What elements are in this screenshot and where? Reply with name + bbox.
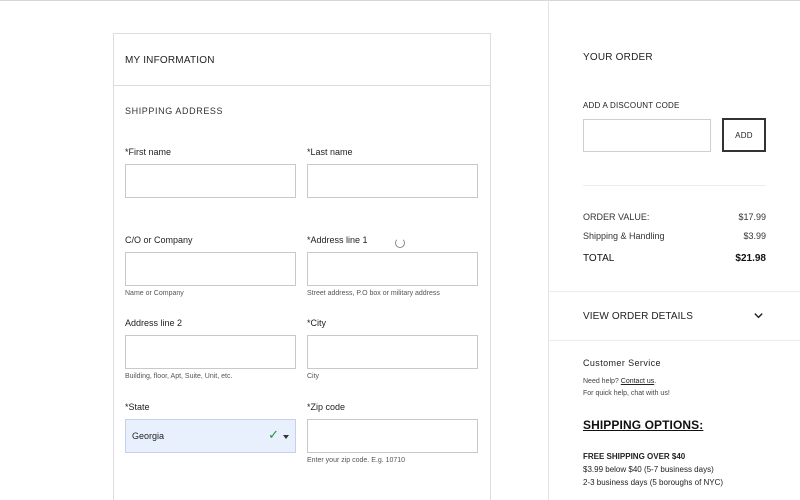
need-help-label: Need help? — [583, 378, 619, 385]
last-name-input[interactable] — [307, 164, 478, 198]
need-help-period: . — [654, 378, 657, 385]
view-order-details-toggle[interactable]: VIEW ORDER DETAILS — [583, 305, 766, 329]
address-line-2-label: Address line 2 — [125, 318, 183, 328]
check-icon: ✓ — [268, 427, 279, 442]
shipping-handling-amount: $3.99 — [743, 231, 766, 241]
order-summary-sidebar: YOUR ORDER ADD A DISCOUNT CODE ADD ORDER… — [549, 0, 800, 500]
order-value-amount: $17.99 — [738, 212, 766, 222]
shipping-address-heading: SHIPPING ADDRESS — [125, 106, 224, 116]
details-bottom-divider — [549, 340, 800, 341]
form-header: MY INFORMATION — [114, 34, 490, 86]
add-discount-button[interactable]: ADD — [722, 118, 766, 152]
state-label: *State — [125, 402, 150, 412]
free-shipping-text: FREE SHIPPING OVER $40 — [583, 452, 686, 461]
company-label: C/O or Company — [125, 235, 193, 245]
order-value-label: ORDER VALUE: — [583, 212, 650, 222]
address-line-1-hint: Street address, P.O box or military addr… — [307, 290, 440, 297]
zip-code-hint: Enter your zip code. E.g. 10710 — [307, 457, 406, 464]
address-line-1-label: *Address line 1 — [307, 235, 368, 245]
zip-code-input[interactable] — [307, 419, 478, 453]
zip-code-label: *Zip code — [307, 402, 346, 412]
shipping-handling-label: Shipping & Handling — [583, 231, 665, 241]
discount-code-label: ADD A DISCOUNT CODE — [583, 101, 680, 110]
express-shipping-text: 2-3 business days (5 boroughs of NYC) — [583, 478, 724, 487]
company-input[interactable] — [125, 252, 296, 286]
city-hint: City — [307, 373, 320, 380]
shipping-options-heading: SHIPPING OPTIONS: — [583, 418, 704, 432]
state-select[interactable]: Georgia ✓ — [125, 419, 296, 453]
contact-us-link[interactable]: Contact us — [621, 378, 654, 385]
spinner-icon — [395, 238, 405, 248]
details-top-divider — [549, 291, 800, 292]
my-information-form: MY INFORMATION SHIPPING ADDRESS *First n… — [113, 33, 491, 500]
address-line-1-input[interactable] — [307, 252, 478, 286]
address-line-2-input[interactable] — [125, 335, 296, 369]
city-label: *City — [307, 318, 327, 328]
address-line-2-hint: Building, floor, Apt, Suite, Unit, etc. — [125, 373, 233, 380]
total-label: TOTAL — [583, 253, 615, 264]
view-order-details-label: VIEW ORDER DETAILS — [583, 311, 693, 322]
discount-code-input[interactable] — [583, 119, 711, 152]
customer-service-heading: Customer Service — [583, 358, 661, 368]
last-name-label: *Last name — [307, 147, 353, 157]
company-hint: Name or Company — [125, 290, 184, 297]
summary-divider — [583, 185, 766, 186]
quick-help-text: For quick help, chat with us! — [583, 390, 670, 397]
first-name-input[interactable] — [125, 164, 296, 198]
need-help-text: Need help? Contact us. — [583, 378, 656, 385]
caret-down-icon — [283, 435, 289, 439]
state-select-value: Georgia — [132, 431, 165, 441]
city-input[interactable] — [307, 335, 478, 369]
chevron-down-icon — [754, 313, 763, 319]
first-name-label: *First name — [125, 147, 172, 157]
standard-shipping-text: $3.99 below $40 (5-7 business days) — [583, 465, 714, 474]
your-order-heading: YOUR ORDER — [583, 52, 653, 63]
total-amount: $21.98 — [735, 253, 766, 264]
form-title: MY INFORMATION — [125, 55, 215, 66]
